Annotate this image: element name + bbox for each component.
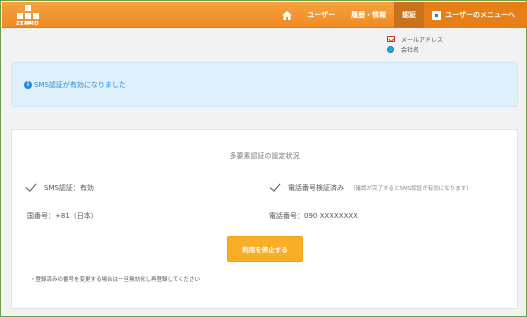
nav-user-menu[interactable]: ユーザーのメニューへ <box>424 2 527 28</box>
menu-icon <box>432 10 442 20</box>
top-header: ZENMO ユーザー 履歴・情報 認証 ユーザーのメニューへ <box>2 2 527 28</box>
company-label: 会社名 <box>401 46 420 54</box>
notice-text: SMS認証が有効になりました <box>34 80 126 89</box>
footnote: ・登録済みの番号を変更する場合は一旦無効化し再登録してください <box>30 277 201 283</box>
company-row: 会社名 <box>387 44 443 54</box>
nav-history[interactable]: 履歴・情報 <box>343 2 394 28</box>
verified-status-text: 電話番号検証済み <box>288 184 344 192</box>
app-frame: ZENMO ユーザー 履歴・情報 認証 ユーザーのメニューへ メールアドレス 会… <box>0 0 527 317</box>
stop-sms-button[interactable]: 利用を停止する <box>227 236 303 262</box>
company-icon <box>387 45 394 53</box>
nav-auth[interactable]: 認証 <box>394 2 425 28</box>
check-icon <box>25 180 37 192</box>
phone-number: 電話番号：090 XXXXXXXX <box>269 212 358 220</box>
user-info: メールアドレス 会社名 <box>387 34 443 54</box>
sms-success-notice: i SMS認証が有効になりました <box>11 62 518 107</box>
nav-home[interactable] <box>275 2 299 28</box>
country-code: 国番号：+81（日本） <box>27 212 98 220</box>
mail-icon <box>387 36 395 42</box>
sms-status-text: SMS認証：有効 <box>44 184 94 192</box>
nav-user-menu-label: ユーザーのメニューへ <box>445 11 515 19</box>
email-row: メールアドレス <box>387 34 443 44</box>
mfa-status-panel: 多要素認証の設定状況 SMS認証：有効 電話番号検証済み （確認が完了するとSM… <box>11 129 518 309</box>
main-nav: ユーザー 履歴・情報 認証 ユーザーのメニューへ <box>275 2 527 28</box>
email-label: メールアドレス <box>401 36 444 44</box>
info-icon: i <box>24 80 32 89</box>
panel-title: 多要素認証の設定状況 <box>229 152 300 160</box>
logo-text: ZENMO <box>16 21 39 27</box>
check-icon <box>269 180 281 192</box>
verified-note: （確認が完了するとSMS認証が有効になります） <box>350 186 472 192</box>
home-icon <box>282 10 293 20</box>
nav-user[interactable]: ユーザー <box>299 2 343 28</box>
verified-status: 電話番号検証済み （確認が完了するとSMS認証が有効になります） <box>269 180 472 193</box>
sms-status: SMS認証：有効 <box>25 180 94 193</box>
